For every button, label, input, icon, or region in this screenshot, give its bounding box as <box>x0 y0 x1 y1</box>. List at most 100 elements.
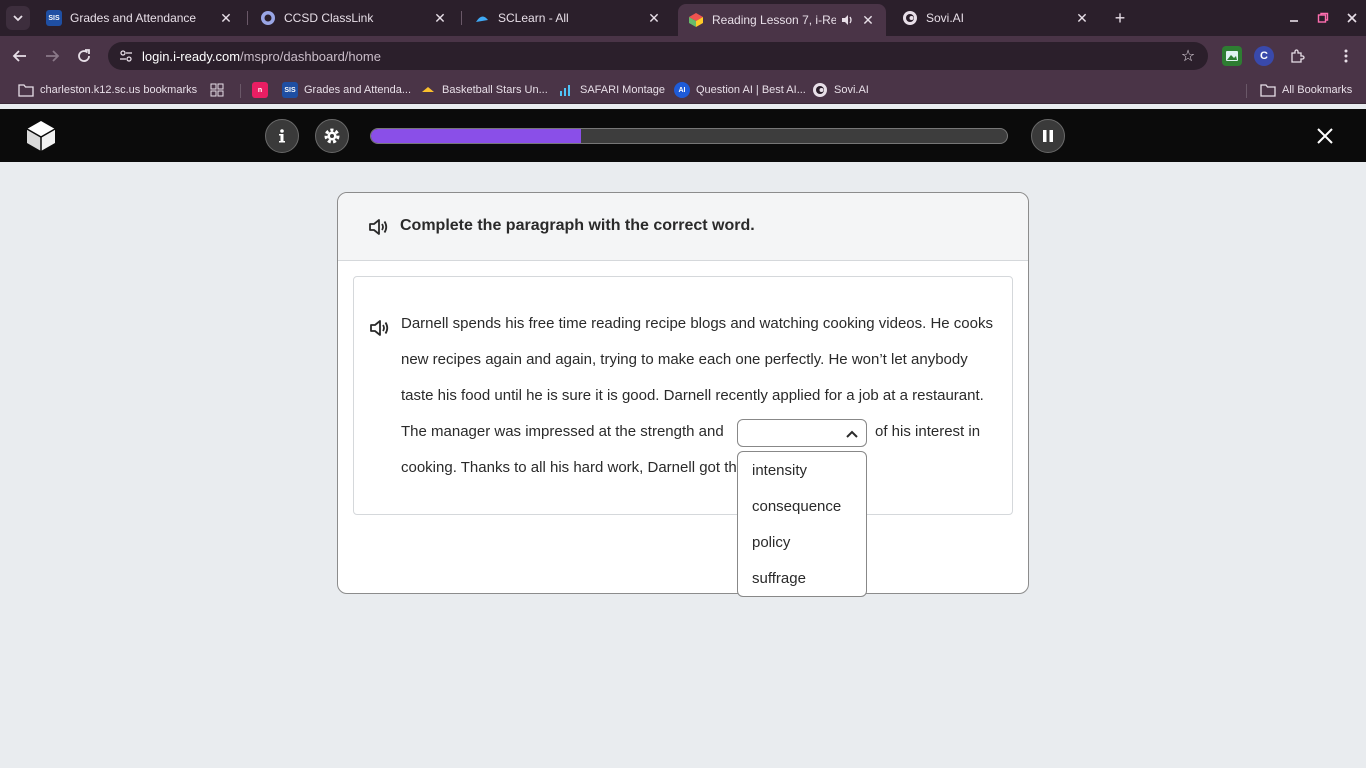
question-card: Complete the paragraph with the correct … <box>337 192 1029 597</box>
site-settings-icon[interactable] <box>116 46 136 66</box>
iready-favicon-icon <box>688 12 704 28</box>
bookmark-safari[interactable]: SAFARI Montage <box>558 81 665 99</box>
dropdown-menu: intensity consequence policy suffrage <box>737 451 867 597</box>
grid-icon <box>209 82 225 98</box>
question-header: Complete the paragraph with the correct … <box>338 193 1028 261</box>
lesson-app-bar <box>0 109 1366 162</box>
tab-search-button[interactable] <box>6 6 30 30</box>
sovi-favicon-icon <box>812 82 828 98</box>
extension-c-icon[interactable]: C <box>1254 46 1274 66</box>
pause-icon <box>1043 130 1053 142</box>
tab-label: Reading Lesson 7, i-Ready <box>712 13 836 27</box>
bookmark-basketball[interactable]: Basketball Stars Un... <box>420 81 548 99</box>
bookmark-label: SAFARI Montage <box>580 84 665 96</box>
nemo-favicon-icon: n <box>252 82 268 98</box>
option-suffrage[interactable]: suffrage <box>752 570 806 587</box>
reload-button[interactable] <box>72 44 96 68</box>
chevron-up-icon <box>846 430 858 438</box>
progress-fill <box>371 129 581 143</box>
restore-icon[interactable] <box>1311 6 1335 30</box>
forward-button[interactable] <box>40 44 64 68</box>
speaker-icon[interactable] <box>840 13 854 27</box>
tab-bar: SIS Grades and Attendance ✕ CCSD ClassLi… <box>0 0 1366 36</box>
bookmark-label: Grades and Attenda... <box>304 84 412 96</box>
close-icon[interactable]: ✕ <box>1074 10 1090 26</box>
folder-icon <box>1260 82 1276 98</box>
questionai-favicon-icon: AI <box>674 82 690 98</box>
passage-line: of his interest in <box>875 423 981 440</box>
tab-label: CCSD ClassLink <box>284 11 374 25</box>
tab-sovi[interactable]: Sovi.AI ✕ <box>892 4 1100 32</box>
url-host: login.i-ready.com <box>142 48 241 64</box>
extensions-puzzle-icon[interactable] <box>1287 46 1307 66</box>
close-icon[interactable]: ✕ <box>432 10 448 26</box>
all-bookmarks-button[interactable]: All Bookmarks <box>1260 81 1352 99</box>
classlink-favicon-icon <box>260 10 276 26</box>
bookmark-star-icon[interactable]: ☆ <box>1178 46 1198 66</box>
apps-grid-button[interactable] <box>209 81 231 99</box>
passage-line: cooking. Thanks to all his hard work, Da… <box>401 459 737 476</box>
safari-favicon-icon <box>558 82 574 98</box>
option-policy[interactable]: policy <box>752 534 790 551</box>
bookmark-label: Sovi.AI <box>834 84 869 96</box>
back-button[interactable] <box>8 44 32 68</box>
url-path: /mspro/dashboard/home <box>240 48 381 64</box>
sovi-favicon-icon <box>902 10 918 26</box>
tab-classlink[interactable]: CCSD ClassLink ✕ <box>250 4 458 32</box>
question-instruction: Complete the paragraph with the correct … <box>400 217 755 234</box>
arrow-right-icon <box>46 50 60 62</box>
tab-sclearn[interactable]: SCLearn - All ✕ <box>464 4 672 32</box>
bookmark-sovi[interactable]: Sovi.AI <box>812 81 869 99</box>
bookmark-label: Basketball Stars Un... <box>442 84 548 96</box>
bookmark-label: charleston.k12.sc.us bookmarks <box>40 84 198 96</box>
option-intensity[interactable]: intensity <box>752 462 807 479</box>
tab-label: Grades and Attendance <box>70 11 197 25</box>
sis-favicon-icon: SIS <box>282 82 298 98</box>
address-bar[interactable]: login.i-ready.com/mspro/dashboard/home ☆ <box>108 42 1208 70</box>
basketball-favicon-icon <box>420 82 436 98</box>
speaker-icon[interactable] <box>367 216 389 238</box>
sis-favicon-icon: SIS <box>46 10 62 26</box>
close-icon[interactable]: ✕ <box>646 10 662 26</box>
browser-toolbar: login.i-ready.com/mspro/dashboard/home ☆… <box>0 36 1366 76</box>
info-icon <box>279 129 285 143</box>
bookmarks-bar: charleston.k12.sc.us bookmarks n SIS Gra… <box>0 76 1366 104</box>
sclearn-favicon-icon <box>474 10 490 26</box>
passage-line: Darnell spends his free time reading rec… <box>401 315 993 332</box>
bookmark-label: Question AI | Best AI... <box>696 84 806 96</box>
url-text: login.i-ready.com/mspro/dashboard/home <box>142 49 381 64</box>
bookmark-grades[interactable]: SIS Grades and Attenda... <box>282 81 411 99</box>
bookmark-nemo[interactable]: n <box>252 81 274 99</box>
chevron-down-icon <box>13 15 23 22</box>
lesson-progress-bar <box>370 128 1008 144</box>
window-close-icon[interactable] <box>1340 6 1364 30</box>
minimize-icon[interactable] <box>1282 6 1306 30</box>
bookmark-folder-charleston[interactable]: charleston.k12.sc.us bookmarks <box>18 81 197 99</box>
new-tab-button[interactable]: + <box>1110 8 1130 28</box>
answer-dropdown[interactable] <box>737 419 867 447</box>
bookmark-questionai[interactable]: AI Question AI | Best AI... <box>674 81 806 99</box>
tab-label: SCLearn - All <box>498 11 569 25</box>
close-icon[interactable]: ✕ <box>860 12 876 28</box>
close-icon[interactable]: ✕ <box>218 10 234 26</box>
info-button[interactable] <box>265 119 299 153</box>
passage-box: Darnell spends his free time reading rec… <box>353 276 1013 515</box>
passage-line: taste his food until he is sure it is go… <box>401 387 984 404</box>
settings-button[interactable] <box>315 119 349 153</box>
iready-cube-logo-icon <box>26 121 56 151</box>
speaker-icon[interactable] <box>368 317 390 339</box>
gear-icon <box>324 128 340 144</box>
passage-line: new recipes again and again, trying to m… <box>401 351 968 368</box>
tab-iready[interactable]: Reading Lesson 7, i-Ready ✕ <box>678 4 886 36</box>
option-consequence[interactable]: consequence <box>752 498 841 515</box>
menu-kebab-icon[interactable] <box>1336 46 1356 66</box>
folder-icon <box>18 82 34 98</box>
arrow-left-icon <box>12 50 26 62</box>
pause-button[interactable] <box>1031 119 1065 153</box>
passage-line: The manager was impressed at the strengt… <box>401 423 724 440</box>
close-lesson-icon[interactable] <box>1313 124 1337 148</box>
tab-label: Sovi.AI <box>926 11 965 25</box>
tab-grades[interactable]: SIS Grades and Attendance ✕ <box>36 4 244 32</box>
bookmark-label: All Bookmarks <box>1282 84 1353 96</box>
extension-photo-icon[interactable] <box>1222 46 1242 66</box>
